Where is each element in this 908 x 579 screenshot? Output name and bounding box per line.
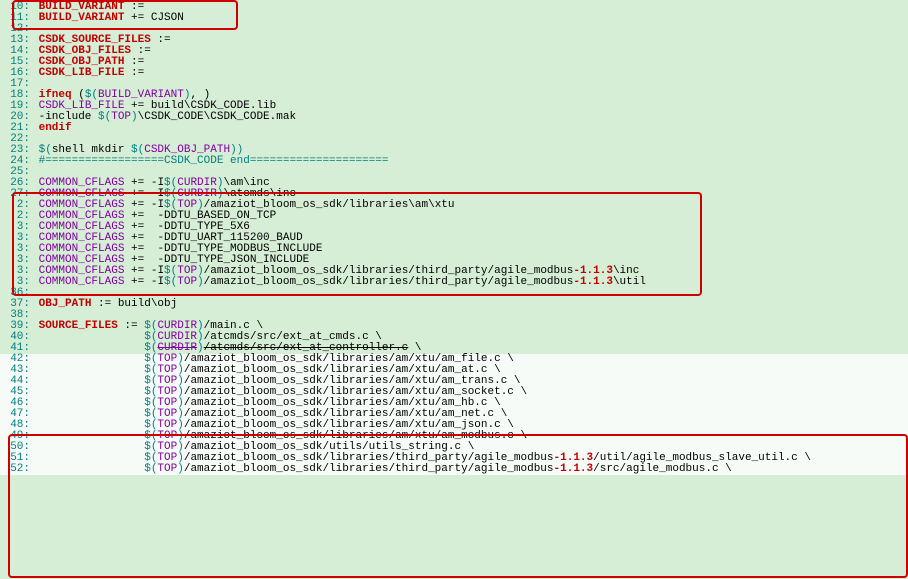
code-line[interactable]: 52: $(TOP)/amaziot_bloom_os_sdk/librarie… <box>0 464 908 475</box>
code-line[interactable]: 3: COMMON_CFLAGS += -I$(TOP)/amaziot_blo… <box>0 277 908 288</box>
code-editor[interactable]: 10: BUILD_VARIANT :=11: BUILD_VARIANT +=… <box>0 0 908 475</box>
line-content[interactable]: COMMON_CFLAGS += -I$(TOP)/amaziot_bloom_… <box>32 277 908 288</box>
code-line[interactable]: 21: endif <box>0 123 908 134</box>
code-line[interactable]: 11: BUILD_VARIANT += CJSON <box>0 13 908 24</box>
line-content[interactable]: CSDK_LIB_FILE := <box>32 68 908 79</box>
line-content[interactable]: CSDK_OBJ_PATH := <box>32 57 908 68</box>
line-content[interactable]: $(TOP)/amaziot_bloom_os_sdk/libraries/th… <box>32 464 908 475</box>
code-line[interactable]: 37: OBJ_PATH := build\obj <box>0 299 908 310</box>
line-content[interactable]: CSDK_OBJ_FILES := <box>32 46 908 57</box>
code-line[interactable]: 16: CSDK_LIB_FILE := <box>0 68 908 79</box>
code-line[interactable]: 24: #==================CSDK_CODE end====… <box>0 156 908 167</box>
code-line[interactable]: 20: -include $(TOP)\CSDK_CODE\CSDK_CODE.… <box>0 112 908 123</box>
line-content[interactable]: endif <box>32 123 908 134</box>
line-content[interactable]: CSDK_SOURCE_FILES := <box>32 35 908 46</box>
line-content[interactable]: #==================CSDK_CODE end========… <box>32 156 908 167</box>
line-content[interactable]: OBJ_PATH := build\obj <box>32 299 908 310</box>
line-content[interactable]: BUILD_VARIANT += CJSON <box>32 13 908 24</box>
line-number: 52: <box>0 464 32 475</box>
line-content[interactable]: -include $(TOP)\CSDK_CODE\CSDK_CODE.mak <box>32 112 908 123</box>
